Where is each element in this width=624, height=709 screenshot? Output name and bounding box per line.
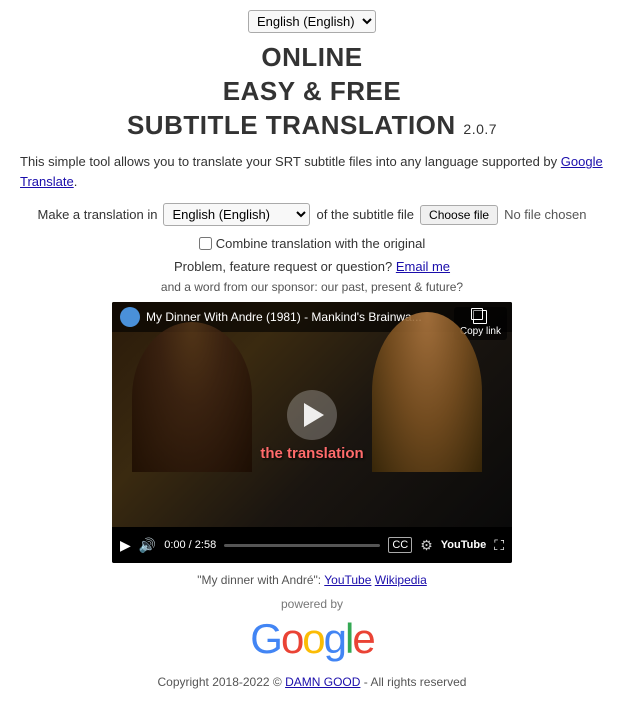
copy-icon [473,310,487,324]
google-e: e [352,615,373,662]
video-thumbnail[interactable]: My Dinner With Andre (1981) - Mankind's … [112,302,512,527]
top-lang-select-wrapper: English (English) [20,10,604,33]
play-button[interactable] [287,390,337,440]
volume-button[interactable]: 🔊 [139,537,156,554]
translation-lang-select[interactable]: English (English) French Spanish German … [163,203,310,226]
google-text: Google [250,615,373,663]
caption-youtube-link[interactable]: YouTube [324,573,371,587]
email-me-link[interactable]: Email me [396,259,450,274]
video-time: 0:00 / 2:58 [164,539,216,551]
copyright: Copyright 2018-2022 © DAMN GOOD - All ri… [20,675,604,689]
fullscreen-button[interactable]: ⛶ [494,537,504,554]
checkbox-row: Combine translation with the original [20,236,604,251]
combine-label: Combine translation with the original [216,236,426,251]
top-lang-select[interactable]: English (English) [248,10,376,33]
video-figure-left [132,322,252,472]
progress-bar[interactable] [224,544,380,547]
of-label: of the subtitle file [316,207,414,222]
video-figure-right [372,312,482,472]
google-l: l [345,615,352,662]
video-controls: ▶ 🔊 0:00 / 2:58 CC ⚙ YouTube ⛶ [112,527,512,563]
youtube-logo[interactable]: YouTube [441,539,486,551]
google-o2: o [302,615,323,662]
translation-row: Make a translation in English (English) … [20,203,604,226]
play-pause-button[interactable]: ▶ [120,537,131,554]
google-logo: Google [20,615,604,663]
google-o1: o [281,615,302,662]
google-g2: g [324,615,345,662]
video-container: My Dinner With Andre (1981) - Mankind's … [112,302,512,563]
settings-icon[interactable]: ⚙ [420,537,433,554]
no-file-label: No file chosen [504,207,586,222]
sponsor-row: and a word from our sponsor: our past, p… [20,280,604,294]
video-subtitle: the translation [260,445,363,462]
main-title: ONLINE EASY & FREE SUBTITLE TRANSLATION … [20,41,604,142]
yt-channel-icon [120,307,140,327]
play-icon [304,403,324,427]
problem-row: Problem, feature request or question? Em… [20,259,604,274]
version-badge: 2.0.7 [463,121,497,137]
choose-file-button[interactable]: Choose file [420,205,498,225]
page-wrapper: English (English) ONLINE EASY & FREE SUB… [0,0,624,709]
powered-by-label: powered by [20,597,604,611]
caption-wikipedia-link[interactable]: Wikipedia [375,573,427,587]
make-label: Make a translation in [38,207,158,222]
google-g: G [250,615,281,662]
cc-button[interactable]: CC [388,537,412,553]
damn-good-link[interactable]: DAMN GOOD [285,675,360,689]
video-caption: "My dinner with André": YouTube Wikipedi… [20,573,604,587]
combine-checkbox[interactable] [199,237,212,250]
description: This simple tool allows you to translate… [20,152,604,191]
